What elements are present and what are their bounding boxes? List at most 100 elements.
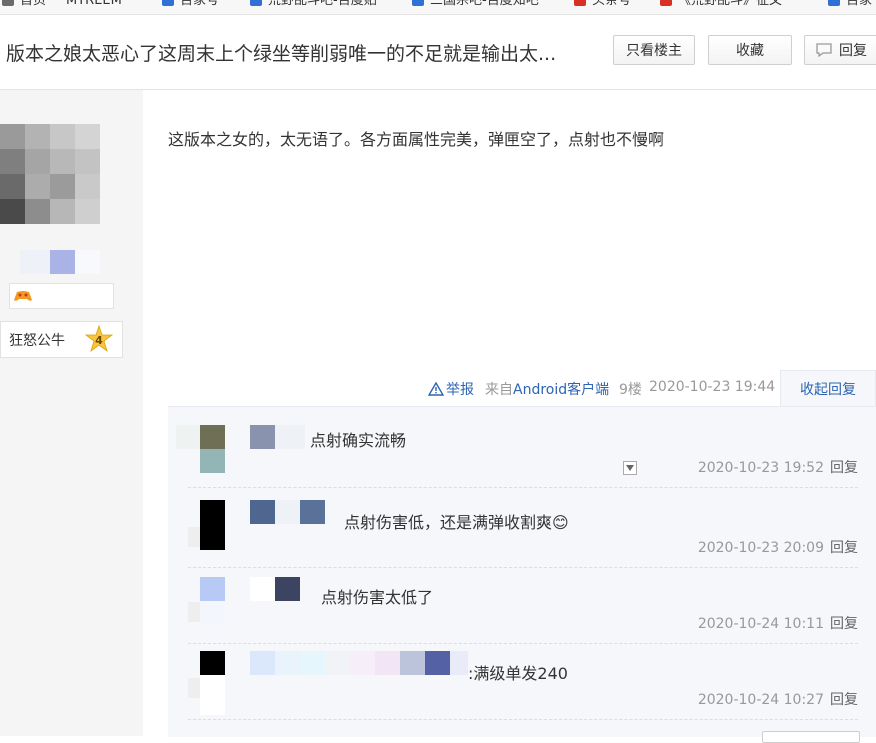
bookmark-label: 首页: [20, 0, 47, 8]
bookmark-label: 头条号: [592, 0, 632, 8]
bookmark-label: 百家: [846, 0, 873, 8]
list-item: 点射确实流畅 2020-10-23 19:52 回复: [168, 407, 876, 487]
username-blur[interactable]: [250, 651, 275, 675]
username-blur: [300, 500, 325, 524]
username-blur: [400, 651, 425, 675]
list-item: :满级单发240 2020-10-24 10:27 回复: [168, 643, 876, 719]
username-blur: [75, 250, 100, 274]
reply-meta: 2020-10-24 10:27 回复: [698, 689, 858, 709]
reply-date: 2020-10-24 10:27: [697, 692, 824, 708]
avatar-blur: [176, 425, 200, 449]
avatar-blur: [188, 527, 200, 547]
toutiao-icon: [574, 0, 586, 6]
thread-title: 版本之娘太恶心了这周末上个绿坐等削弱唯一的不足就是输出太...: [6, 43, 557, 65]
list-item: 点射伤害低，还是满弹收割爽😊 2020-10-23 20:09 回复: [168, 487, 876, 567]
username-blur[interactable]: [250, 425, 275, 449]
report-link[interactable]: 举报: [428, 379, 474, 399]
reply-text: 点射确实流畅: [310, 431, 407, 450]
baidu-paw-icon: [412, 0, 424, 6]
level-number: 4: [95, 334, 103, 347]
reply-text: 点射伤害低，还是满弹收割爽😊: [344, 509, 569, 533]
username-blur: [350, 651, 375, 675]
username-blur: [275, 500, 300, 524]
username-blur: [275, 651, 300, 675]
reply-list: 点射确实流畅 2020-10-23 19:52 回复 点射伤害低，还是满弹收割爽😊…: [168, 406, 876, 737]
list-item: 点射伤害太低了 2020-10-24 10:11 回复: [168, 567, 876, 643]
bookmark-label: 百家号: [180, 0, 220, 8]
bookmark-toutiao[interactable]: 头条号: [574, 0, 631, 8]
username-blur: [275, 425, 305, 449]
comment-icon: [816, 43, 832, 58]
reply-text: 点射伤害太低了: [321, 588, 434, 607]
avatar[interactable]: [200, 500, 225, 550]
avatar-blur: [200, 601, 225, 625]
bookmark-baijia[interactable]: 百家: [828, 0, 872, 8]
reply-meta: 2020-10-23 20:09 回复: [698, 537, 858, 557]
avatar[interactable]: [200, 651, 225, 675]
avatar[interactable]: [200, 425, 225, 449]
chevron-down-icon: [626, 465, 634, 471]
bookmark-essay[interactable]: 《荒野乱斗》征文: [660, 0, 782, 8]
bookmark-label: 三国杀吧-百度知吧: [430, 0, 539, 8]
reply-link[interactable]: 回复: [830, 692, 858, 708]
username-blur[interactable]: [275, 577, 300, 601]
reply-link[interactable]: 回复: [830, 540, 858, 556]
baidu-paw-icon: [162, 0, 174, 6]
bookmark-label: 荒野乱斗吧-百度贴: [268, 0, 377, 8]
bookmarks-bar: 首页 MYREEM 百家号 荒野乱斗吧-百度贴 三国杀吧-百度知吧 头条号 《荒…: [0, 0, 876, 15]
reply-text: :满级单发240: [468, 664, 568, 683]
bookmark-sanguosha-tieba[interactable]: 三国杀吧-百度知吧: [412, 0, 539, 8]
username-blur: [250, 577, 275, 601]
only-op-button[interactable]: 只看楼主: [613, 35, 695, 65]
level-badge[interactable]: 狂怒公牛 4: [0, 321, 123, 358]
bookmark-brawl-tieba[interactable]: 荒野乱斗吧-百度贴: [250, 0, 377, 8]
reply-link[interactable]: 回复: [830, 616, 858, 632]
avatar[interactable]: [200, 577, 225, 601]
source-prefix: 来自: [485, 382, 513, 398]
bookmark-label: MYREEM: [66, 0, 122, 8]
reply-link[interactable]: 回复: [830, 460, 858, 476]
baidu-paw-icon: [828, 0, 840, 6]
source-client-link[interactable]: Android客户端: [513, 382, 609, 398]
reply-button-label: 回复: [839, 43, 867, 59]
reply-date: 2020-10-23 20:09: [697, 540, 824, 556]
floor-number: 9楼: [619, 382, 642, 398]
username-blur: [450, 651, 468, 675]
smile-emoji-icon: 😊: [552, 513, 569, 532]
username-blur[interactable]: [50, 250, 75, 274]
collapse-replies-link[interactable]: 收起回复: [780, 370, 876, 407]
bookmark-home-icon: [2, 0, 14, 6]
warning-icon: [428, 382, 444, 396]
reply-button[interactable]: 回复: [804, 35, 876, 65]
reply-input[interactable]: [762, 731, 860, 743]
bookmark-label: 《荒野乱斗》征文: [678, 0, 783, 8]
avatar-blur: [188, 678, 200, 698]
avatar-blur: [200, 449, 225, 473]
reply-divider: [188, 719, 858, 720]
level-star-icon: 4: [85, 325, 113, 353]
username-blur: [325, 651, 350, 675]
post-date: 2020-10-23 19:44: [649, 379, 776, 395]
username-blur: [20, 250, 50, 274]
reply-date: 2020-10-24 10:11: [697, 616, 824, 632]
reply-text-content: 点射伤害低，还是满弹收割爽: [344, 513, 553, 532]
avatar[interactable]: [0, 124, 100, 224]
post-source: 来自Android客户端: [485, 379, 609, 399]
thread-header: 版本之娘太恶心了这周末上个绿坐等削弱唯一的不足就是输出太... 只看楼主 收藏 …: [0, 15, 876, 90]
username-blur[interactable]: [250, 500, 275, 524]
game-badge[interactable]: [9, 283, 114, 309]
toutiao-icon: [660, 0, 672, 6]
bookmark-baijiahao[interactable]: 百家号: [162, 0, 219, 8]
bookmark-myreem[interactable]: MYREEM: [66, 0, 122, 8]
reply-meta: 2020-10-24 10:11 回复: [698, 613, 858, 633]
report-label: 举报: [446, 382, 474, 398]
gamepad-icon: [14, 291, 32, 301]
avatar-blur: [200, 675, 225, 715]
author-sidebar: 狂怒公牛 4: [0, 90, 143, 736]
bookmark-home[interactable]: 首页: [2, 0, 46, 8]
username-blur: [300, 651, 325, 675]
avatar-blur: [188, 602, 200, 622]
baidu-paw-icon: [250, 0, 262, 6]
favorite-button[interactable]: 收藏: [708, 35, 792, 65]
dropdown-toggle[interactable]: [623, 461, 637, 475]
